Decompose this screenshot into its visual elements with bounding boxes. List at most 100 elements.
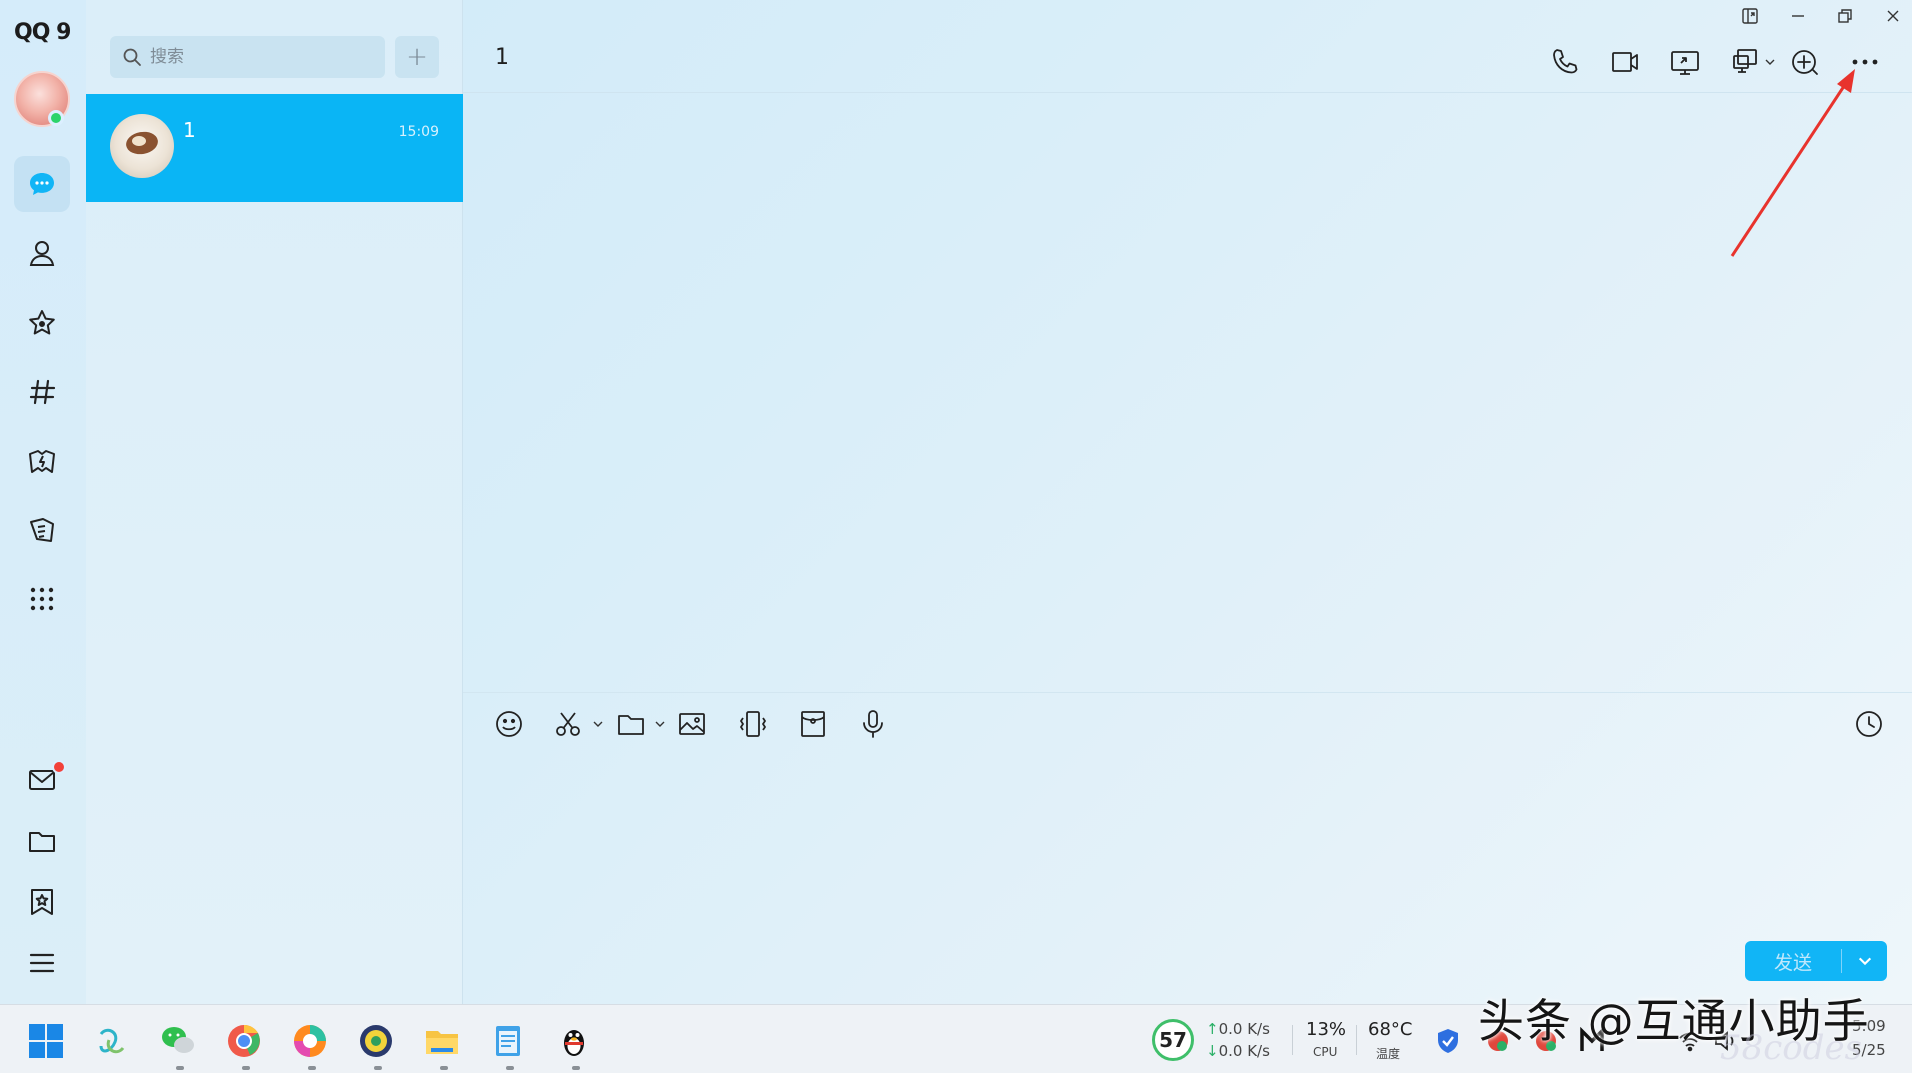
online-status-dot <box>48 110 64 126</box>
minimize-icon <box>1792 15 1804 17</box>
image-icon <box>679 713 705 735</box>
running-indicator <box>506 1066 514 1070</box>
cpu-usage-label: CPU <box>1313 1045 1338 1059</box>
taskbar-app-explorer[interactable] <box>420 1019 464 1063</box>
bookmark-star-icon <box>31 889 53 915</box>
rail-apps[interactable] <box>14 571 70 627</box>
system-score-badge[interactable]: 57 <box>1152 1019 1194 1061</box>
pin-window-button[interactable] <box>1735 4 1765 28</box>
running-indicator <box>572 1066 580 1070</box>
rail-favorites[interactable] <box>14 295 70 351</box>
rail-bookmarks[interactable] <box>14 874 70 930</box>
screenshot-button[interactable] <box>549 704 589 744</box>
close-button[interactable] <box>1878 4 1908 28</box>
copilot-icon <box>99 1028 125 1054</box>
more-dots-icon <box>1852 59 1878 65</box>
send-button[interactable]: 发送 <box>1745 941 1887 981</box>
minimize-button[interactable] <box>1783 4 1813 28</box>
chevron-down-icon <box>1858 957 1871 966</box>
screen-share-button[interactable] <box>1666 43 1704 81</box>
conversation-name: 1 <box>183 118 196 142</box>
star-icon <box>29 310 55 335</box>
shake-button[interactable] <box>733 704 773 744</box>
conversation-list-panel: + 1 15:09 <box>86 0 463 1004</box>
conversation-item[interactable]: 1 15:09 <box>86 94 463 202</box>
restore-icon <box>1838 9 1852 23</box>
voice-call-button[interactable] <box>1546 43 1584 81</box>
taskbar-start-button[interactable] <box>24 1019 68 1063</box>
music-app-icon <box>360 1025 392 1057</box>
chevron-down-icon[interactable] <box>592 718 604 730</box>
input-divider <box>463 692 1912 693</box>
chat-bubble-icon <box>30 173 54 195</box>
temperature-value: 68°C <box>1368 1019 1413 1040</box>
search-input[interactable] <box>150 47 370 67</box>
running-indicator <box>176 1066 184 1070</box>
folder-icon <box>29 832 55 852</box>
red-packet-icon <box>801 711 825 737</box>
add-button[interactable]: + <box>395 36 439 78</box>
game-icon <box>29 450 55 473</box>
browser-icon <box>228 1024 260 1057</box>
taskbar-app-notepad[interactable] <box>486 1019 530 1063</box>
restore-button[interactable] <box>1830 4 1860 28</box>
notepad-icon <box>496 1026 520 1056</box>
net-down-value: 0.0 K/s <box>1218 1042 1270 1060</box>
send-image-button[interactable] <box>672 704 712 744</box>
remote-assist-button[interactable] <box>1727 43 1765 81</box>
video-camera-icon <box>1612 52 1638 72</box>
screen-share-icon <box>1671 51 1699 75</box>
folder-icon <box>618 715 644 735</box>
video-call-button[interactable] <box>1606 43 1644 81</box>
running-indicator <box>308 1066 316 1070</box>
shield-icon[interactable] <box>1434 1027 1462 1055</box>
app-logo: QQ 9 <box>14 20 71 45</box>
red-packet-button[interactable] <box>793 704 833 744</box>
rail-menu[interactable] <box>14 935 70 991</box>
rail-files[interactable] <box>14 813 70 869</box>
plus-circle-icon <box>1792 50 1818 75</box>
taskbar-app-music[interactable] <box>354 1019 398 1063</box>
person-icon <box>29 241 55 266</box>
news-icon <box>30 518 54 542</box>
taskbar-app-browser-2[interactable] <box>288 1019 332 1063</box>
rail-channels[interactable] <box>14 364 70 420</box>
rail-messages[interactable] <box>14 156 70 212</box>
nav-rail: QQ 9 <box>0 0 86 1004</box>
grid-dots-icon <box>30 587 54 611</box>
emoji-icon <box>496 711 522 737</box>
taskbar-separator <box>1356 1025 1357 1055</box>
folder-icon <box>426 1031 458 1054</box>
vibrate-icon <box>740 711 766 737</box>
qq-window: QQ 9 搜索 + 1 15:09 1 发送 <box>0 0 1912 1004</box>
taskbar-app-browser-1[interactable] <box>222 1019 266 1063</box>
microphone-icon <box>863 710 883 738</box>
rail-news[interactable] <box>14 502 70 558</box>
chat-area: 1 发送 <box>463 0 1912 1004</box>
taskbar-app-copilot[interactable] <box>90 1019 134 1063</box>
chat-history-button[interactable] <box>1849 704 1889 744</box>
send-button-label: 发送 <box>1773 951 1812 974</box>
taskbar-app-qq[interactable] <box>552 1019 596 1063</box>
temperature-label: 温度 <box>1376 1047 1401 1061</box>
hash-icon <box>29 379 56 405</box>
net-up-value: 0.0 K/s <box>1218 1020 1270 1038</box>
taskbar-app-wechat[interactable] <box>156 1019 200 1063</box>
more-options-button[interactable] <box>1846 43 1884 81</box>
add-feature-button[interactable] <box>1786 43 1824 81</box>
chevron-down-icon[interactable] <box>654 718 666 730</box>
search-icon <box>123 48 141 66</box>
chevron-down-icon[interactable] <box>1764 56 1776 68</box>
rail-games[interactable] <box>14 433 70 489</box>
running-indicator <box>242 1066 250 1070</box>
rail-contacts[interactable] <box>14 225 70 281</box>
wechat-icon <box>162 1027 194 1053</box>
emoji-button[interactable] <box>489 704 529 744</box>
scissors-icon <box>556 712 580 736</box>
pin-window-icon <box>1742 8 1758 24</box>
send-file-button[interactable] <box>611 704 651 744</box>
send-options-button[interactable] <box>1842 953 1887 969</box>
voice-message-button[interactable] <box>853 704 893 744</box>
clock-icon <box>1856 711 1882 737</box>
search-box[interactable] <box>110 36 385 78</box>
